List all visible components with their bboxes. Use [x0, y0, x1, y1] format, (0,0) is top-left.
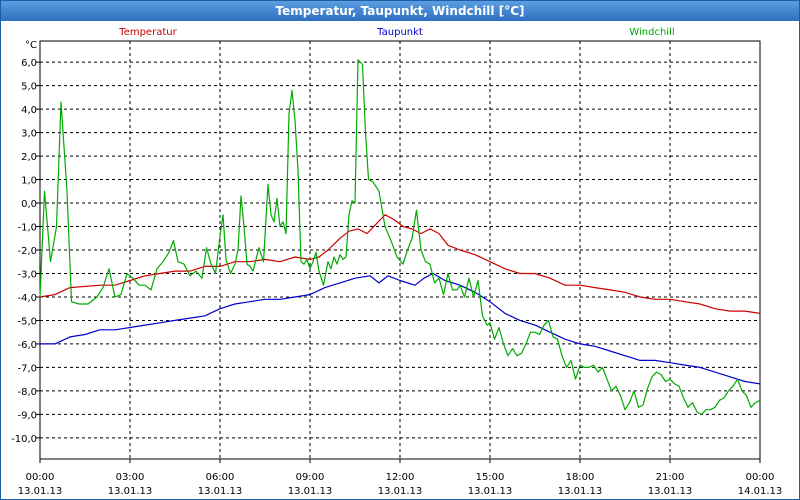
- legend-item: Temperatur: [118, 27, 177, 38]
- x-tick-date: 13.01.13: [468, 486, 513, 497]
- x-tick-date: 13.01.13: [378, 486, 423, 497]
- x-axis-ticks: 00:00 13.01.13 03:00 13.01.13 06:00 13.01.13 0…: [18, 459, 783, 497]
- legend: Temperatur Taupunkt Windchill: [118, 27, 674, 38]
- y-tick-label: 6,0: [21, 58, 37, 69]
- x-tick-date: 13.01.13: [288, 486, 333, 497]
- y-tick-label: -2,0: [17, 246, 37, 257]
- y-tick-label: -10,0: [11, 434, 37, 445]
- x-tick-time: 15:00: [476, 472, 505, 483]
- x-tick-time: 18:00: [566, 472, 595, 483]
- x-tick-date: 14.01.13: [738, 486, 783, 497]
- y-axis-ticks: 6,0 5,0 4,0 3,0 2,0 1,0 0,0 -1,0 -2,0 -3,0 -4,0 -5,…: [11, 58, 40, 445]
- x-tick-time: 03:00: [116, 472, 145, 483]
- y-tick-label: -1,0: [17, 223, 37, 234]
- y-tick-label: -4,0: [17, 293, 37, 304]
- x-tick-time: 00:00: [746, 472, 775, 483]
- x-tick-date: 13.01.13: [18, 486, 63, 497]
- y-tick-label: -6,0: [17, 340, 37, 351]
- y-tick-label: 5,0: [21, 82, 37, 93]
- x-tick-time: 12:00: [386, 472, 415, 483]
- x-tick-date: 13.01.13: [648, 486, 693, 497]
- temperature-chart: 6,0 5,0 4,0 3,0 2,0 1,0 0,0 -1,0 -2,0 -3,0 -4,0 -5,…: [11, 27, 783, 497]
- y-axis-unit: °C: [25, 40, 37, 51]
- x-tick-time: 21:00: [656, 472, 685, 483]
- y-tick-label: 4,0: [21, 105, 37, 116]
- x-tick-time: 09:00: [296, 472, 325, 483]
- y-tick-label: -9,0: [17, 410, 37, 421]
- y-tick-label: 3,0: [21, 129, 37, 140]
- y-tick-label: 0,0: [21, 199, 37, 210]
- legend-item: Taupunkt: [376, 27, 423, 38]
- x-tick-date: 13.01.13: [198, 486, 243, 497]
- x-tick-time: 06:00: [206, 472, 235, 483]
- x-tick-date: 13.01.13: [558, 486, 603, 497]
- x-tick-date: 13.01.13: [108, 486, 153, 497]
- y-tick-label: -8,0: [17, 387, 37, 398]
- y-tick-label: -5,0: [17, 316, 37, 327]
- x-tick-time: 00:00: [26, 472, 55, 483]
- y-tick-label: -3,0: [17, 269, 37, 280]
- y-tick-label: 2,0: [21, 152, 37, 163]
- legend-item: Windchill: [629, 27, 674, 38]
- y-tick-label: -7,0: [17, 363, 37, 374]
- y-tick-label: 1,0: [21, 176, 37, 187]
